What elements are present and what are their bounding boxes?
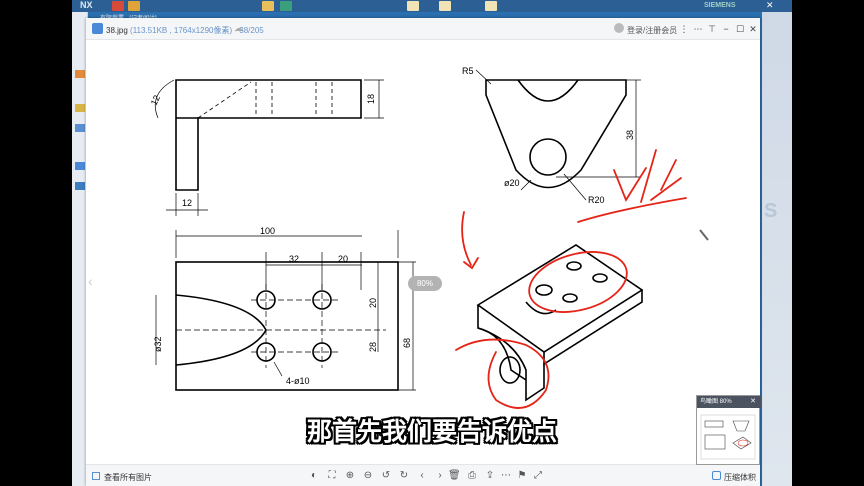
document-icon[interactable] [439,1,451,11]
desktop-taskbar: NX SIEMENS ✕ [72,0,792,12]
dim-label: R5 [462,66,474,76]
pin-icon[interactable]: ⊤ [706,23,718,35]
dim-label: 100 [260,226,275,236]
rotate-left-icon[interactable]: ↺ [380,470,392,482]
dim-label: 20 [338,254,348,264]
front-view [155,230,416,391]
maximize-icon[interactable]: ☐ [734,23,746,35]
dim-label: 18 [366,94,376,104]
app-icon[interactable] [280,1,292,11]
grid-icon[interactable] [92,472,100,480]
isometric-view [476,244,644,402]
document-icon[interactable] [485,1,497,11]
tool-icon[interactable] [75,182,85,190]
zoom-in-icon[interactable]: ⊕ [344,470,356,482]
login-link[interactable]: 登录/注册会员 [627,25,677,36]
more-icon[interactable]: ⋯ [692,23,704,35]
dim-label: 28 [368,342,378,352]
watermark-text: S [764,200,779,222]
menu-icon[interactable]: ⋮ [678,23,690,35]
expand-icon[interactable]: ⤢ [532,470,544,482]
video-subtitle: 那首先我们要告诉优点 [306,417,557,446]
fit-icon[interactable]: ⛶ [326,470,338,482]
prev-icon[interactable]: ‹ [416,470,428,482]
brand-text: SIEMENS [704,2,736,9]
print-icon[interactable]: ⎙ [466,470,478,482]
top-right-view [475,69,641,201]
viewer-titlebar: 38.jpg (113.51KB , 1764x1290像素) - 38/205… [86,18,760,40]
close-icon[interactable]: ✕ [747,23,759,35]
prev-image-icon[interactable]: ‹ [88,266,100,296]
dim-label: 68 [402,338,412,348]
next-icon[interactable]: › [434,470,446,482]
dim-label: 38 [625,130,635,140]
dim-label: 12 [182,198,192,208]
tool-icon[interactable] [75,70,85,78]
dim-label: 20 [368,298,378,308]
tool-icon[interactable] [75,124,85,132]
close-icon[interactable]: ✕ [750,396,756,408]
dim-label: 12 [149,94,162,107]
dim-label: ø32 [153,336,163,352]
tool-icon[interactable] [75,104,85,112]
cloud-icon[interactable]: ☁ [234,23,243,34]
document-icon[interactable] [407,1,419,11]
app-label: NX [80,0,93,10]
minimize-icon[interactable]: − [720,23,732,35]
dim-label: 32 [289,254,299,264]
mouse-icon[interactable]: ◐ [308,470,320,482]
viewer-logo-icon [92,23,103,34]
zoom-badge: 80% [408,276,442,291]
engineering-drawing: 18 12 12 100 32 20 20 28 68 ø32 4-ø10 R5… [149,66,709,409]
delete-icon[interactable]: 🗑 [448,470,461,482]
dim-label: 4-ø10 [286,376,310,386]
file-name: 38.jpg [106,26,128,35]
folder-icon[interactable] [262,1,274,11]
more-icon[interactable]: ⋯ [500,470,512,482]
file-info: (113.51KB , 1764x1290像素) - 38/205 [130,26,264,35]
avatar-icon[interactable] [614,23,624,33]
compress-icon[interactable] [712,471,721,480]
viewer-toolbar: 查看所有图片 ◐ ⛶ ⊕ ⊖ ↺ ↻ ‹ › 🗑 ⎙ ⇪ ⋯ ⚑ ⤢ 压缩体积 [86,464,760,486]
top-left-view [154,79,384,216]
zoom-out-icon[interactable]: ⊖ [362,470,374,482]
dim-label: ø20 [504,178,520,188]
red-annotations [455,149,687,409]
compress-button[interactable]: 压缩体积 [724,472,756,483]
share-icon[interactable]: ⇪ [484,470,496,482]
file-icon[interactable] [112,1,124,11]
view-all-link[interactable]: 查看所有图片 [104,472,152,483]
window-close-icon[interactable]: ✕ [766,0,774,11]
rotate-right-icon[interactable]: ↻ [398,470,410,482]
tool-icon[interactable] [75,162,85,170]
chart-icon[interactable] [128,1,140,11]
pencil-cursor-icon [699,229,709,241]
flag-icon[interactable]: ⚑ [516,470,528,482]
image-canvas[interactable]: 18 12 12 100 32 20 20 28 68 ø32 4-ø10 R5… [86,40,760,464]
dim-label: R20 [588,195,605,205]
